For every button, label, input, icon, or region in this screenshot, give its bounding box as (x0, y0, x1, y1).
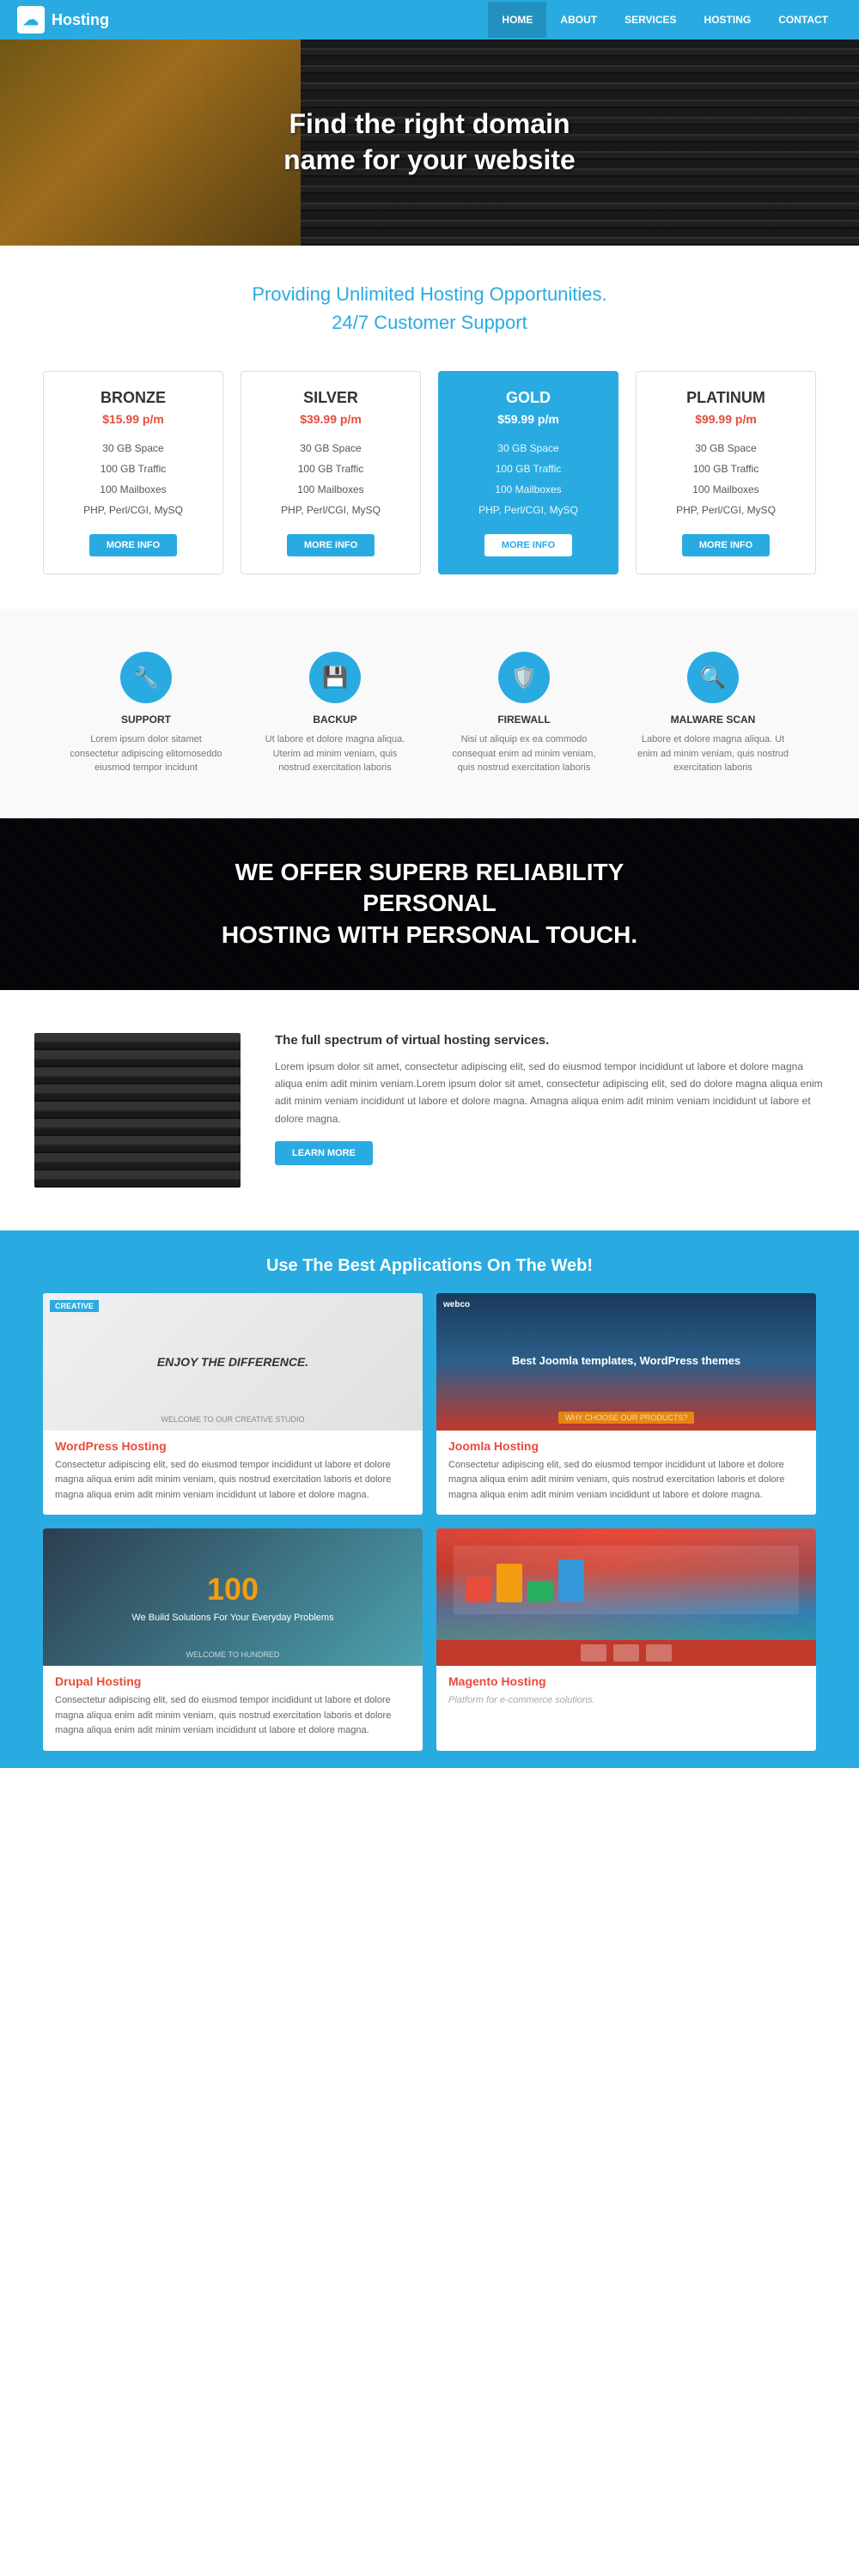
malware-title: MALWARE SCAN (636, 714, 790, 726)
malware-icon: 🔍 (687, 652, 739, 703)
banner-section: WE OFFER SUPERB RELIABILITY PERSONAL HOS… (0, 818, 859, 990)
support-icon: 🔧 (120, 652, 172, 703)
joomla-thumb-text: Best Joomla templates, WordPress themes (512, 1353, 740, 1369)
platinum-more-btn[interactable]: MORE INFO (682, 534, 770, 556)
banner-text: WE OFFER SUPERB RELIABILITY PERSONAL HOS… (172, 857, 687, 951)
intro-text: Providing Unlimited Hosting Opportunitie… (17, 280, 842, 337)
joomla-thumb-bg: webco Best Joomla templates, WordPress t… (436, 1293, 816, 1431)
pricing-silver: SILVER $39.99 p/m 30 GB Space 100 GB Tra… (241, 371, 421, 574)
joomla-thumbnail: webco Best Joomla templates, WordPress t… (436, 1293, 816, 1431)
platinum-price: $99.99 p/m (650, 412, 801, 426)
wordpress-thumb-text: ENJOY THE DIFFERENCE. (140, 1355, 326, 1369)
hero-section: Find the right domain name for your webs… (0, 39, 859, 246)
silver-features: 30 GB Space 100 GB Traffic 100 Mailboxes… (255, 438, 406, 520)
pricing-section: BRONZE $15.99 p/m 30 GB Space 100 GB Tra… (0, 354, 859, 609)
bronze-more-btn[interactable]: MORE INFO (89, 534, 177, 556)
joomla-title: Joomla Hosting (448, 1439, 804, 1453)
silver-name: SILVER (255, 389, 406, 407)
wordpress-desc: Consectetur adipiscing elit, sed do eius… (55, 1458, 411, 1504)
app-wordpress: CREATIVE ENJOY THE DIFFERENCE. WELCOME T… (43, 1293, 423, 1516)
virtual-body: Lorem ipsum dolor sit amet, consectetur … (275, 1058, 825, 1128)
backup-title: BACKUP (258, 714, 412, 726)
navigation: ☁ Hosting HOME ABOUT SERVICES HOSTING CO… (0, 0, 859, 39)
app-drupal: 100 We Build Solutions For Your Everyday… (43, 1528, 423, 1751)
apps-grid: CREATIVE ENJOY THE DIFFERENCE. WELCOME T… (43, 1293, 816, 1752)
nav-services[interactable]: SERVICES (611, 2, 690, 38)
bronze-features: 30 GB Space 100 GB Traffic 100 Mailboxes… (58, 438, 209, 520)
wordpress-title: WordPress Hosting (55, 1439, 411, 1453)
drupal-info: Drupal Hosting Consectetur adipiscing el… (43, 1666, 423, 1751)
nav-links: HOME ABOUT SERVICES HOSTING CONTACT (488, 2, 842, 38)
gold-name: GOLD (453, 389, 604, 407)
gold-features: 30 GB Space 100 GB Traffic 100 Mailboxes… (453, 438, 604, 520)
wordpress-thumb-bg: CREATIVE ENJOY THE DIFFERENCE. WELCOME T… (43, 1293, 423, 1431)
hero-title: Find the right domain name for your webs… (283, 106, 576, 178)
nav-about[interactable]: ABOUT (546, 2, 611, 38)
section-intro: Providing Unlimited Hosting Opportunitie… (0, 246, 859, 354)
magento-title: Magento Hosting (448, 1674, 804, 1688)
site-name: Hosting (52, 11, 109, 29)
virtual-image (34, 1033, 241, 1188)
nav-contact[interactable]: CONTACT (765, 2, 842, 38)
drupal-thumb-text: We Build Solutions For Your Everyday Pro… (123, 1613, 342, 1623)
magento-bar (436, 1640, 816, 1666)
pricing-gold: GOLD $59.99 p/m 30 GB Space 100 GB Traff… (438, 371, 618, 574)
bronze-name: BRONZE (58, 389, 209, 407)
site-logo: ☁ Hosting (17, 6, 109, 33)
wordpress-thumbnail: CREATIVE ENJOY THE DIFFERENCE. WELCOME T… (43, 1293, 423, 1431)
learn-more-btn[interactable]: LEARN MORE (275, 1141, 373, 1165)
webco-badge: webco (443, 1300, 470, 1309)
virtual-content: The full spectrum of virtual hosting ser… (275, 1033, 825, 1166)
drupal-thumb-bg: 100 We Build Solutions For Your Everyday… (43, 1528, 423, 1666)
magento-desc: Platform for e-commerce solutions. (448, 1693, 804, 1709)
firewall-icon: 🛡️ (498, 652, 550, 703)
hero-bg-left (0, 39, 301, 246)
silver-price: $39.99 p/m (255, 412, 406, 426)
pricing-bronze: BRONZE $15.99 p/m 30 GB Space 100 GB Tra… (43, 371, 223, 574)
gold-more-btn[interactable]: MORE INFO (484, 534, 572, 556)
features-section: 🔧 SUPPORT Lorem ipsum dolor sitamet cons… (0, 609, 859, 818)
apps-section: Use The Best Applications On The Web! CR… (0, 1230, 859, 1769)
firewall-text: Nisi ut aliquip ex ea commodo consequat … (447, 732, 601, 775)
drupal-thumbnail: 100 We Build Solutions For Your Everyday… (43, 1528, 423, 1666)
hero-text: Find the right domain name for your webs… (283, 106, 576, 178)
feature-backup: 💾 BACKUP Ut labore et dolore magna aliqu… (241, 643, 430, 784)
nav-home[interactable]: HOME (488, 2, 546, 38)
drupal-desc: Consectetur adipiscing elit, sed do eius… (55, 1693, 411, 1739)
joomla-sub: WHY CHOOSE OUR PRODUCTS? (558, 1412, 695, 1424)
wordpress-info: WordPress Hosting Consectetur adipiscing… (43, 1431, 423, 1516)
app-magento: Magento Hosting Platform for e-commerce … (436, 1528, 816, 1751)
bronze-price: $15.99 p/m (58, 412, 209, 426)
gold-price: $59.99 p/m (453, 412, 604, 426)
nav-hosting[interactable]: HOSTING (691, 2, 765, 38)
support-text: Lorem ipsum dolor sitamet consectetur ad… (69, 732, 223, 775)
apps-title: Use The Best Applications On The Web! (17, 1256, 842, 1276)
support-title: SUPPORT (69, 714, 223, 726)
drupal-100: 100 (207, 1571, 259, 1607)
platinum-features: 30 GB Space 100 GB Traffic 100 Mailboxes… (650, 438, 801, 520)
drupal-title: Drupal Hosting (55, 1674, 411, 1688)
backup-text: Ut labore et dolore magna aliqua. Uterim… (258, 732, 412, 775)
malware-text: Labore et dolore magna aliqua. Ut enim a… (636, 732, 790, 775)
app-joomla: webco Best Joomla templates, WordPress t… (436, 1293, 816, 1516)
creative-badge: CREATIVE (50, 1300, 99, 1312)
feature-malware: 🔍 MALWARE SCAN Labore et dolore magna al… (618, 643, 807, 784)
platinum-name: PLATINUM (650, 389, 801, 407)
magento-thumbnail (436, 1528, 816, 1666)
virtual-section: The full spectrum of virtual hosting ser… (0, 990, 859, 1230)
joomla-info: Joomla Hosting Consectetur adipiscing el… (436, 1431, 816, 1516)
firewall-title: FIREWALL (447, 714, 601, 726)
virtual-title: The full spectrum of virtual hosting ser… (275, 1033, 825, 1048)
logo-icon: ☁ (17, 6, 45, 33)
magento-thumb-bg (436, 1528, 816, 1666)
pricing-platinum: PLATINUM $99.99 p/m 30 GB Space 100 GB T… (636, 371, 816, 574)
magento-info: Magento Hosting Platform for e-commerce … (436, 1666, 816, 1721)
feature-firewall: 🛡️ FIREWALL Nisi ut aliquip ex ea commod… (430, 643, 618, 784)
drupal-sub: WELCOME TO HUNDRED (186, 1650, 280, 1659)
wordpress-sub: WELCOME TO OUR CREATIVE STUDIO (161, 1415, 304, 1424)
feature-support: 🔧 SUPPORT Lorem ipsum dolor sitamet cons… (52, 643, 241, 784)
silver-more-btn[interactable]: MORE INFO (287, 534, 375, 556)
backup-icon: 💾 (309, 652, 361, 703)
joomla-desc: Consectetur adipiscing elit, sed do eius… (448, 1458, 804, 1504)
